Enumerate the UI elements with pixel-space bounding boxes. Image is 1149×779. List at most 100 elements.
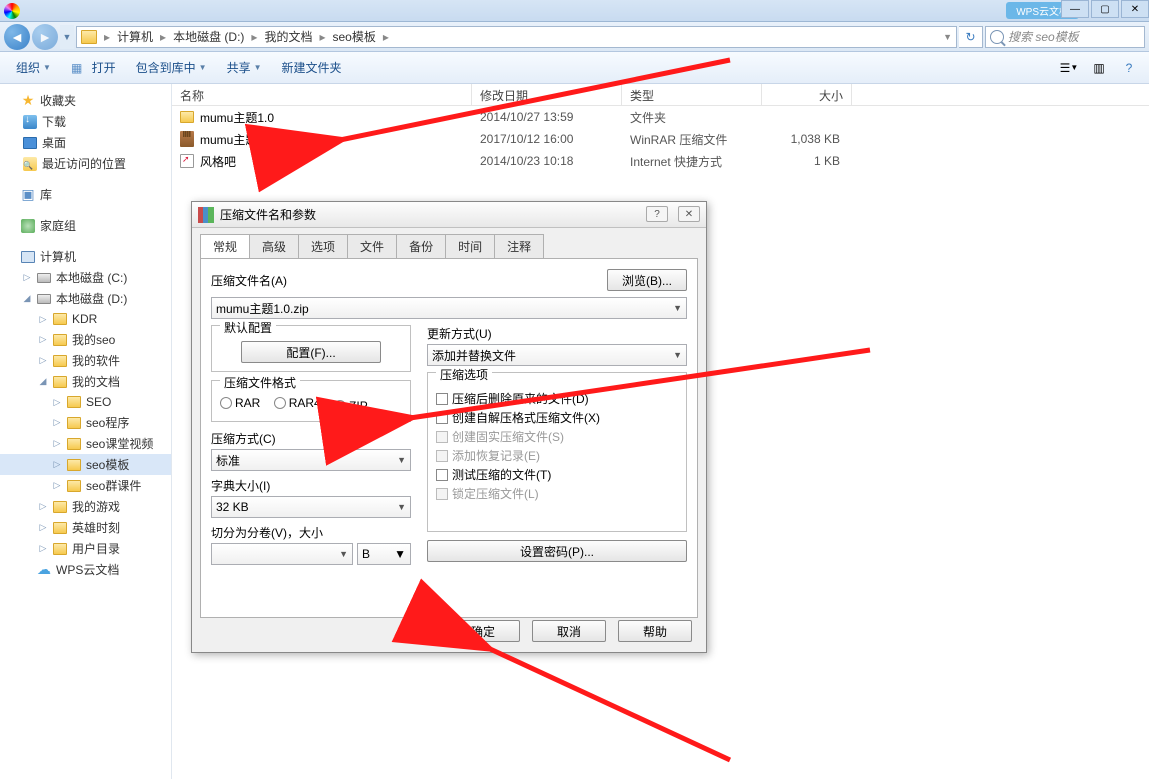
maximize-button[interactable]: ▢ [1091,0,1119,18]
address-bar: ◄ ► ▼ ▸ 计算机▸ 本地磁盘 (D:)▸ 我的文档▸ seo模板▸ ▼ ↻… [0,22,1149,52]
chk-lock: 锁定压缩文件(L) [436,485,678,502]
minimize-button[interactable]: — [1061,0,1089,18]
sidebar-desktop[interactable]: 桌面 [0,132,171,153]
chk-sfx[interactable]: 创建自解压格式压缩文件(X) [436,409,678,426]
back-button[interactable]: ◄ [4,24,30,50]
tab-options[interactable]: 选项 [298,234,348,258]
history-dropdown[interactable]: ▼ [60,25,74,49]
chk-recovery: 添加恢复记录(E) [436,447,678,464]
update-label: 更新方式(U) [427,325,687,342]
file-row[interactable]: 风格吧2014/10/23 10:18Internet 快捷方式1 KB [172,150,1149,172]
homegroup[interactable]: 家庭组 [0,215,171,236]
ok-button[interactable]: 确定 [446,620,520,642]
tab-backup[interactable]: 备份 [396,234,446,258]
sidebar-drive-d[interactable]: ◢本地磁盘 (D:) [0,288,171,309]
nav-tree[interactable]: ★收藏夹 下载 桌面 最近访问的位置 ▣库 家庭组 计算机 ▷本地磁盘 (C:)… [0,84,172,779]
sidebar-hero[interactable]: ▷英雄时刻 [0,517,171,538]
sidebar-kdr[interactable]: ▷KDR [0,309,171,329]
radio-zip[interactable]: ZIP [334,399,368,413]
organize-menu[interactable]: 组织▼ [8,55,59,80]
split-size-combo[interactable]: ▼ [211,543,353,565]
radio-rar[interactable]: RAR [220,396,260,410]
tab-comment[interactable]: 注释 [494,234,544,258]
include-menu[interactable]: 包含到库中▼ [128,55,215,80]
refresh-button[interactable]: ↻ [959,26,983,48]
sidebar-seotpl[interactable]: ▷seo模板 [0,454,171,475]
sidebar-seoclass[interactable]: ▷seo课堂视频 [0,433,171,454]
search-placeholder: 搜索 seo模板 [1008,28,1079,45]
help-dialog-button[interactable]: 帮助 [618,620,692,642]
dialog-titlebar[interactable]: 压缩文件名和参数 ? ✕ [192,202,706,228]
breadcrumb[interactable]: ▸ 计算机▸ 本地磁盘 (D:)▸ 我的文档▸ seo模板▸ ▼ [76,26,957,48]
file-row[interactable]: mumu主题1.02014/10/27 13:59文件夹 [172,106,1149,128]
open-button[interactable]: ▦ 打开 [63,55,124,80]
search-icon [990,30,1004,44]
crumb-computer[interactable]: 计算机 [117,28,153,45]
update-combo[interactable]: 添加并替换文件▼ [427,344,687,366]
archive-dialog: 压缩文件名和参数 ? ✕ 常规 高级 选项 文件 备份 时间 注释 压缩文件名(… [191,201,707,653]
dict-combo[interactable]: 32 KB▼ [211,496,411,518]
dialog-help-button[interactable]: ? [646,206,668,222]
tab-files[interactable]: 文件 [347,234,397,258]
chk-delete[interactable]: 压缩后删除原来的文件(D) [436,390,678,407]
newfolder-button[interactable]: 新建文件夹 [274,55,350,80]
col-date[interactable]: 修改日期 [472,84,622,105]
sidebar-mysoft[interactable]: ▷我的软件 [0,350,171,371]
window-titlebar: WPS云文档 — ▢ ✕ [0,0,1149,22]
sidebar-mydocs[interactable]: ◢我的文档 [0,371,171,392]
browse-button[interactable]: 浏览(B)... [607,269,687,291]
view-menu[interactable]: ☰▼ [1057,56,1081,80]
search-input[interactable]: 搜索 seo模板 [985,26,1145,48]
sidebar-seogroup[interactable]: ▷seo群课件 [0,475,171,496]
sidebar-games[interactable]: ▷我的游戏 [0,496,171,517]
dialog-tabs: 常规 高级 选项 文件 备份 时间 注释 [192,228,706,258]
forward-button[interactable]: ► [32,24,58,50]
crumb-docs[interactable]: 我的文档 [264,28,312,45]
close-button[interactable]: ✕ [1121,0,1149,18]
sidebar-myseo[interactable]: ▷我的seo [0,329,171,350]
crumb-drive[interactable]: 本地磁盘 (D:) [173,28,244,45]
help-button[interactable]: ? [1117,56,1141,80]
file-row[interactable]: mumu主题1.0.rar2017/10/12 16:00WinRAR 压缩文件… [172,128,1149,150]
archive-name-input[interactable]: mumu主题1.0.zip▼ [211,297,687,319]
radio-rar4[interactable]: RAR4 [274,396,321,410]
method-label: 压缩方式(C) [211,430,411,447]
method-combo[interactable]: 标准▼ [211,449,411,471]
tab-time[interactable]: 时间 [445,234,495,258]
options-label: 压缩选项 [436,366,492,383]
profiles-button[interactable]: 配置(F)... [241,341,381,363]
tab-panel: 压缩文件名(A) 浏览(B)... mumu主题1.0.zip▼ 默认配置 配置… [200,258,698,618]
sidebar-seoprog[interactable]: ▷seo程序 [0,412,171,433]
sidebar-wps[interactable]: ☁WPS云文档 [0,559,171,580]
split-unit-combo[interactable]: B▼ [357,543,411,565]
tab-general[interactable]: 常规 [200,234,250,258]
crumb-current[interactable]: seo模板 [332,28,375,45]
computer-group[interactable]: 计算机 [0,246,171,267]
sidebar-drive-c[interactable]: ▷本地磁盘 (C:) [0,267,171,288]
chk-solid: 创建固实压缩文件(S) [436,428,678,445]
dialog-title: 压缩文件名和参数 [220,206,316,223]
col-name[interactable]: 名称 [172,84,472,105]
toolbar: 组织▼ ▦ 打开 包含到库中▼ 共享▼ 新建文件夹 ☰▼ ▥ ? [0,52,1149,84]
format-label: 压缩文件格式 [220,374,300,391]
sidebar-recent[interactable]: 最近访问的位置 [0,153,171,174]
preview-pane-button[interactable]: ▥ [1087,56,1111,80]
libraries-group[interactable]: ▣库 [0,184,171,205]
dict-label: 字典大小(I) [211,477,411,494]
chk-test[interactable]: 测试压缩的文件(T) [436,466,678,483]
sidebar-downloads[interactable]: 下载 [0,111,171,132]
options-fieldset: 压缩选项 压缩后删除原来的文件(D) 创建自解压格式压缩文件(X) 创建固实压缩… [427,372,687,532]
tab-advanced[interactable]: 高级 [249,234,299,258]
sidebar-userdir[interactable]: ▷用户目录 [0,538,171,559]
dialog-close-button[interactable]: ✕ [678,206,700,222]
cancel-button[interactable]: 取消 [532,620,606,642]
share-menu[interactable]: 共享▼ [219,55,270,80]
col-size[interactable]: 大小 [762,84,852,105]
favorites-group[interactable]: ★收藏夹 [0,90,171,111]
sidebar-seo[interactable]: ▷SEO [0,392,171,412]
password-button[interactable]: 设置密码(P)... [427,540,687,562]
col-type[interactable]: 类型 [622,84,762,105]
column-headers[interactable]: 名称 修改日期 类型 大小 [172,84,1149,106]
folder-icon [81,30,97,44]
archive-name-label: 压缩文件名(A) [211,272,599,289]
